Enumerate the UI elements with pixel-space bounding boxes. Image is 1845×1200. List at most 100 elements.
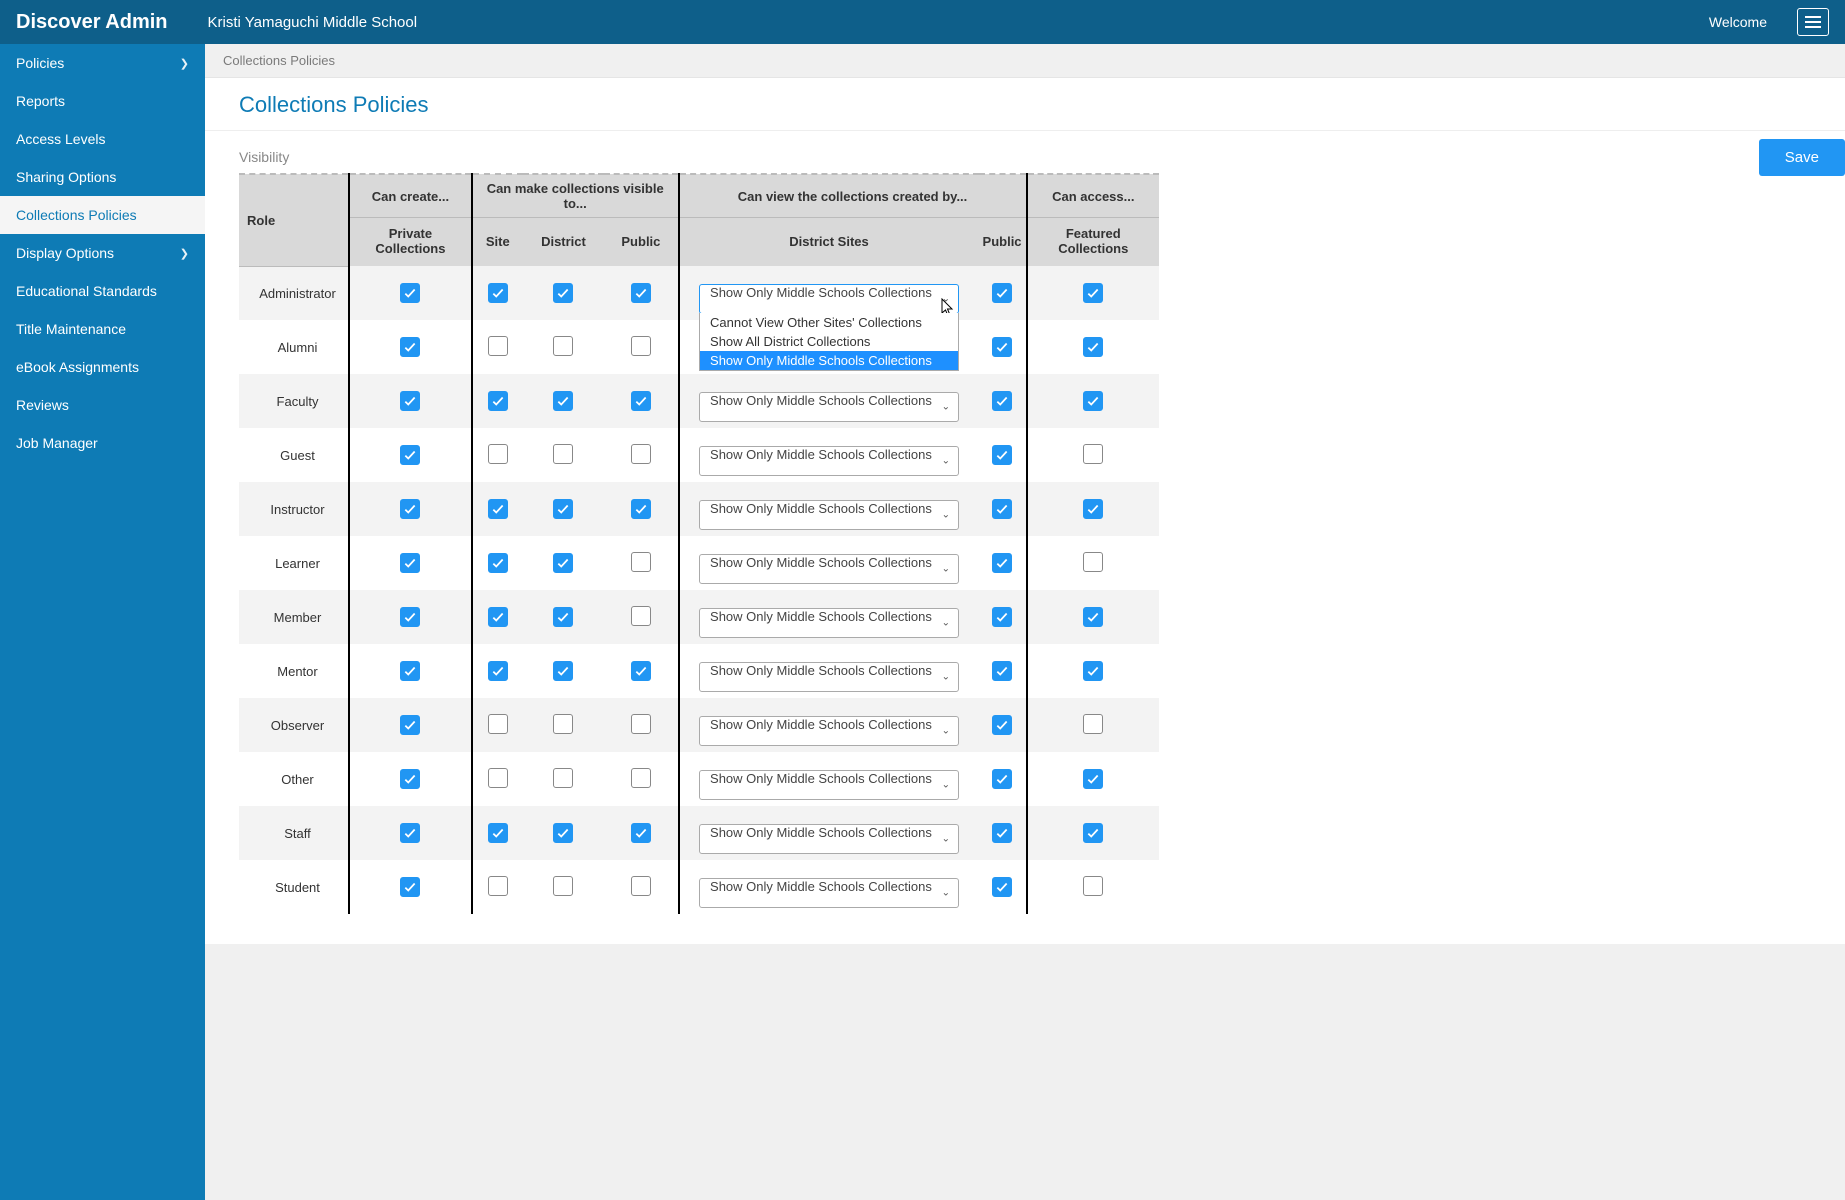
checkbox-district[interactable]: [553, 283, 573, 303]
district-sites-select[interactable]: Show Only Middle Schools Collections⌄: [699, 392, 959, 422]
district-sites-select[interactable]: Show Only Middle Schools Collections⌄: [699, 662, 959, 692]
checkbox-public[interactable]: [631, 444, 651, 464]
checkbox-private[interactable]: [400, 769, 420, 789]
welcome-label[interactable]: Welcome: [1709, 14, 1767, 30]
checkbox-featured[interactable]: [1083, 283, 1103, 303]
checkbox-view-public[interactable]: [992, 769, 1012, 789]
district-sites-select[interactable]: Show Only Middle Schools Collections⌄: [699, 878, 959, 908]
sidebar-item-ebook-assignments[interactable]: eBook Assignments: [0, 348, 205, 386]
menu-icon[interactable]: [1797, 8, 1829, 36]
checkbox-site[interactable]: [488, 391, 508, 411]
breadcrumb[interactable]: Collections Policies: [205, 44, 1845, 77]
checkbox-view-public[interactable]: [992, 607, 1012, 627]
checkbox-public[interactable]: [631, 661, 651, 681]
district-sites-select[interactable]: Show Only Middle Schools Collections⌄: [699, 716, 959, 746]
checkbox-featured[interactable]: [1083, 823, 1103, 843]
sidebar-item-reviews[interactable]: Reviews: [0, 386, 205, 424]
checkbox-private[interactable]: [400, 823, 420, 843]
checkbox-private[interactable]: [400, 337, 420, 357]
checkbox-featured[interactable]: [1083, 499, 1103, 519]
checkbox-public[interactable]: [631, 552, 651, 572]
checkbox-site[interactable]: [488, 823, 508, 843]
checkbox-private[interactable]: [400, 283, 420, 303]
checkbox-private[interactable]: [400, 715, 420, 735]
checkbox-district[interactable]: [553, 336, 573, 356]
checkbox-view-public[interactable]: [992, 877, 1012, 897]
checkbox-view-public[interactable]: [992, 715, 1012, 735]
checkbox-site[interactable]: [488, 661, 508, 681]
sidebar-item-reports[interactable]: Reports: [0, 82, 205, 120]
checkbox-featured[interactable]: [1083, 876, 1103, 896]
checkbox-featured[interactable]: [1083, 661, 1103, 681]
checkbox-featured[interactable]: [1083, 714, 1103, 734]
checkbox-district[interactable]: [553, 714, 573, 734]
checkbox-district[interactable]: [553, 768, 573, 788]
checkbox-private[interactable]: [400, 499, 420, 519]
checkbox-view-public[interactable]: [992, 553, 1012, 573]
checkbox-public[interactable]: [631, 336, 651, 356]
checkbox-site[interactable]: [488, 283, 508, 303]
checkbox-private[interactable]: [400, 607, 420, 627]
checkbox-public[interactable]: [631, 283, 651, 303]
district-sites-select[interactable]: Show Only Middle Schools Collections⌄: [699, 284, 959, 314]
checkbox-public[interactable]: [631, 714, 651, 734]
district-sites-select[interactable]: Show Only Middle Schools Collections⌄: [699, 770, 959, 800]
checkbox-featured[interactable]: [1083, 607, 1103, 627]
checkbox-public[interactable]: [631, 606, 651, 626]
checkbox-public[interactable]: [631, 391, 651, 411]
checkbox-site[interactable]: [488, 714, 508, 734]
checkbox-site[interactable]: [488, 553, 508, 573]
checkbox-public[interactable]: [631, 876, 651, 896]
checkbox-private[interactable]: [400, 391, 420, 411]
save-button[interactable]: Save: [1759, 139, 1845, 176]
select-option[interactable]: Show All District Collections: [700, 332, 958, 351]
checkbox-public[interactable]: [631, 499, 651, 519]
checkbox-site[interactable]: [488, 499, 508, 519]
checkbox-site[interactable]: [488, 876, 508, 896]
checkbox-public[interactable]: [631, 768, 651, 788]
checkbox-view-public[interactable]: [992, 823, 1012, 843]
checkbox-public[interactable]: [631, 823, 651, 843]
checkbox-district[interactable]: [553, 876, 573, 896]
checkbox-featured[interactable]: [1083, 391, 1103, 411]
checkbox-site[interactable]: [488, 336, 508, 356]
checkbox-district[interactable]: [553, 499, 573, 519]
select-option[interactable]: Cannot View Other Sites' Collections: [700, 313, 958, 332]
checkbox-site[interactable]: [488, 607, 508, 627]
sidebar-item-sharing-options[interactable]: Sharing Options: [0, 158, 205, 196]
district-sites-select[interactable]: Show Only Middle Schools Collections⌄: [699, 824, 959, 854]
checkbox-view-public[interactable]: [992, 337, 1012, 357]
checkbox-view-public[interactable]: [992, 499, 1012, 519]
checkbox-district[interactable]: [553, 661, 573, 681]
checkbox-district[interactable]: [553, 607, 573, 627]
checkbox-view-public[interactable]: [992, 661, 1012, 681]
district-sites-select[interactable]: Show Only Middle Schools Collections⌄: [699, 446, 959, 476]
select-option[interactable]: Show Only Middle Schools Collections: [700, 351, 958, 370]
checkbox-view-public[interactable]: [992, 445, 1012, 465]
checkbox-site[interactable]: [488, 768, 508, 788]
sidebar-item-job-manager[interactable]: Job Manager: [0, 424, 205, 462]
checkbox-private[interactable]: [400, 877, 420, 897]
checkbox-private[interactable]: [400, 445, 420, 465]
district-sites-select[interactable]: Show Only Middle Schools Collections⌄: [699, 554, 959, 584]
sidebar-item-policies[interactable]: Policies❯: [0, 44, 205, 82]
sidebar-item-collections-policies[interactable]: Collections Policies: [0, 196, 205, 234]
checkbox-private[interactable]: [400, 661, 420, 681]
district-sites-select[interactable]: Show Only Middle Schools Collections⌄: [699, 500, 959, 530]
checkbox-featured[interactable]: [1083, 444, 1103, 464]
checkbox-site[interactable]: [488, 444, 508, 464]
district-sites-select[interactable]: Show Only Middle Schools Collections⌄: [699, 608, 959, 638]
sidebar-item-display-options[interactable]: Display Options❯: [0, 234, 205, 272]
checkbox-private[interactable]: [400, 553, 420, 573]
checkbox-district[interactable]: [553, 444, 573, 464]
checkbox-featured[interactable]: [1083, 769, 1103, 789]
checkbox-featured[interactable]: [1083, 552, 1103, 572]
checkbox-district[interactable]: [553, 553, 573, 573]
checkbox-district[interactable]: [553, 391, 573, 411]
checkbox-view-public[interactable]: [992, 391, 1012, 411]
checkbox-district[interactable]: [553, 823, 573, 843]
checkbox-view-public[interactable]: [992, 283, 1012, 303]
sidebar-item-educational-standards[interactable]: Educational Standards: [0, 272, 205, 310]
sidebar-item-access-levels[interactable]: Access Levels: [0, 120, 205, 158]
checkbox-featured[interactable]: [1083, 337, 1103, 357]
